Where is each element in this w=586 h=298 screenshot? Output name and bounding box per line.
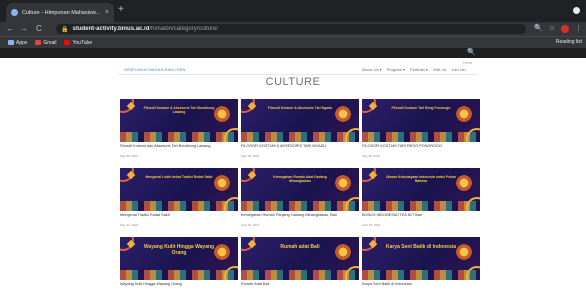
- post-title[interactable]: FILOSOFI KOSTUM TARI REOG PONOROGO: [362, 144, 480, 149]
- browser-tab-bar: Culture - Himpunan Mahasisw... × +: [0, 0, 586, 22]
- post-card[interactable]: Filosofi Kostum Tari Reog Ponorogo FILOS…: [362, 99, 480, 160]
- bookmark-label: Apps: [16, 39, 28, 46]
- post-card[interactable]: Filosofi Kostum & Aksesoris Tari Bondhon…: [120, 99, 238, 160]
- main-menu: About Us ▾ Program ▾ Portfolio ▾ Visit U…: [362, 67, 466, 72]
- toolbar-icons: 🔍 ☆ ⋮: [534, 24, 582, 34]
- url-host: student-activity.binus.ac.id: [72, 26, 150, 32]
- back-button[interactable]: ←: [6, 24, 14, 34]
- reading-list-button[interactable]: Reading list: [556, 38, 582, 47]
- post-thumbnail[interactable]: Filosofi Kostum & Aksesoris Tari Ngadu: [241, 99, 359, 142]
- post-card[interactable]: Filosofi Kostum & Aksesoris Tari Ngadu F…: [241, 99, 359, 160]
- post-title[interactable]: Rumah Adat Bali: [241, 282, 359, 287]
- thumbnail-caption: Ulasan Kebudayaan Indonesia untuk Pekan …: [385, 175, 457, 184]
- site-top-bar: 🔍: [0, 48, 586, 58]
- tab-title: Culture - Himpunan Mahasisw...: [22, 9, 100, 16]
- bookmark-youtube[interactable]: YouTube: [64, 40, 92, 46]
- close-tab-icon[interactable]: ×: [105, 9, 109, 16]
- browser-tab[interactable]: Culture - Himpunan Mahasisw... ×: [6, 3, 114, 22]
- post-title[interactable]: Mengenal Tradisi Rudat Sakti: [120, 213, 238, 218]
- post-title[interactable]: BONUS INDONESIA ITEA 60 Tihan: [362, 213, 480, 218]
- menu-item-portfolio[interactable]: Portfolio ▾: [410, 67, 428, 72]
- menu-item-join[interactable]: Join Us!: [451, 67, 465, 72]
- breadcrumb-home-link[interactable]: Home: [463, 61, 472, 65]
- thumbnail-caption: Filosofi Kostum Tari Reog Ponorogo: [391, 106, 451, 110]
- reload-button[interactable]: C: [36, 24, 42, 34]
- post-date: April 23, 2021: [241, 223, 260, 227]
- url-path: /himaibn/category/culture/: [149, 26, 219, 32]
- favicon-icon: [11, 9, 18, 16]
- thumbnail-caption: Mengenal Lebih dekat Tradisi Rudat Sakti: [145, 175, 213, 179]
- menu-item-visit[interactable]: Visit Us: [433, 67, 446, 72]
- forward-button[interactable]: →: [20, 24, 28, 34]
- apps-grid-icon: [8, 40, 14, 45]
- post-card[interactable]: Mengenal Lebih dekat Tradisi Rudat Sakti…: [120, 168, 238, 229]
- thumbnail-caption: Karya Seni Batik di Indonesia: [385, 244, 457, 250]
- page-title: CULTURE: [265, 76, 321, 88]
- menu-item-program[interactable]: Program ▾: [387, 67, 405, 72]
- post-thumbnail[interactable]: Karya Seni Batik di Indonesia: [362, 237, 480, 280]
- post-title[interactable]: Karya Seni Batik di Indonesia: [362, 282, 480, 287]
- post-title[interactable]: Kemegahan Rumah Panjang Gadang Minangkab…: [241, 213, 359, 218]
- post-card[interactable]: Wayang Kulit Hingga Wayang Orang Wayang …: [120, 237, 238, 298]
- post-date: May 28, 2021: [120, 154, 139, 158]
- thumbnail-caption: Rumah adat Bali: [280, 244, 320, 250]
- zoom-search-icon[interactable]: 🔍: [534, 24, 543, 34]
- gmail-icon: [35, 40, 42, 45]
- youtube-icon: [64, 40, 71, 45]
- browser-toolbar: ← → C 🔒 student-activity.binus.ac.id/him…: [0, 22, 586, 36]
- post-thumbnail[interactable]: Mengenal Lebih dekat Tradisi Rudat Sakti: [120, 168, 238, 211]
- thumbnail-caption: Filosofi Kostum & Aksesoris Tari Ngadu: [267, 106, 333, 110]
- post-thumbnail[interactable]: Wayang Kulit Hingga Wayang Orang: [120, 237, 238, 280]
- bookmarks-bar: Apps Gmail YouTube Reading list: [0, 36, 586, 48]
- thumbnail-caption: Wayang Kulit Hingga Wayang Orang: [143, 244, 215, 256]
- bookmark-label: Gmail: [43, 39, 57, 46]
- post-title[interactable]: Filosofi Kostum dan Aksesoris Tari Bondh…: [120, 144, 238, 149]
- new-tab-button[interactable]: +: [118, 5, 124, 15]
- post-thumbnail[interactable]: Filosofi Kostum & Aksesoris Tari Bondhon…: [120, 99, 238, 142]
- profile-avatar[interactable]: [561, 25, 569, 33]
- post-thumbnail[interactable]: Filosofi Kostum Tari Reog Ponorogo: [362, 99, 480, 142]
- site-brand-logo[interactable]: HIMPUNAN MAHASISWA ISBN: [124, 67, 186, 72]
- post-card[interactable]: Kemegahan Rumah Adat Gadang Minangkabau …: [241, 168, 359, 229]
- bookmark-apps[interactable]: Apps: [8, 40, 27, 46]
- post-date: May 28, 2021: [241, 154, 260, 158]
- lock-icon: 🔒: [61, 26, 69, 33]
- post-title[interactable]: FILOSOFI KOSTUM & AKSESORIS TARI NGADU: [241, 144, 359, 149]
- post-card[interactable]: Rumah adat Bali Rumah Adat Bali: [241, 237, 359, 298]
- thumbnail-caption: Filosofi Kostum & Aksesoris Tari Bondhon…: [143, 106, 215, 115]
- thumbnail-caption: Kemegahan Rumah Adat Gadang Minangkabau: [273, 175, 327, 184]
- header-divider: [118, 74, 478, 75]
- post-card[interactable]: Ulasan Kebudayaan Indonesia untuk Pekan …: [362, 168, 480, 229]
- site-search-icon[interactable]: 🔍: [467, 49, 476, 57]
- post-thumbnail[interactable]: Ulasan Kebudayaan Indonesia untuk Pekan …: [362, 168, 480, 211]
- bookmark-star-icon[interactable]: ☆: [549, 24, 555, 34]
- post-thumbnail[interactable]: Kemegahan Rumah Adat Gadang Minangkabau: [241, 168, 359, 211]
- post-title[interactable]: Wayang Kulit Hingga Wayang Orang: [120, 282, 238, 287]
- post-date: May 21, 2021: [120, 223, 139, 227]
- window-control-icon[interactable]: [573, 7, 580, 14]
- url-text: student-activity.binus.ac.id/himaibn/cat…: [72, 26, 218, 32]
- post-card[interactable]: Karya Seni Batik di Indonesia Karya Seni…: [362, 237, 480, 298]
- post-thumbnail[interactable]: Rumah adat Bali: [241, 237, 359, 280]
- bookmark-label: YouTube: [72, 39, 93, 46]
- browser-menu-icon[interactable]: ⋮: [575, 24, 582, 34]
- menu-item-about[interactable]: About Us ▾: [362, 67, 382, 72]
- bookmark-gmail[interactable]: Gmail: [35, 40, 56, 46]
- post-date: May 28, 2021: [362, 154, 381, 158]
- post-date: April 15, 2021: [362, 223, 381, 227]
- address-bar[interactable]: 🔒 student-activity.binus.ac.id/himaibn/c…: [56, 24, 526, 34]
